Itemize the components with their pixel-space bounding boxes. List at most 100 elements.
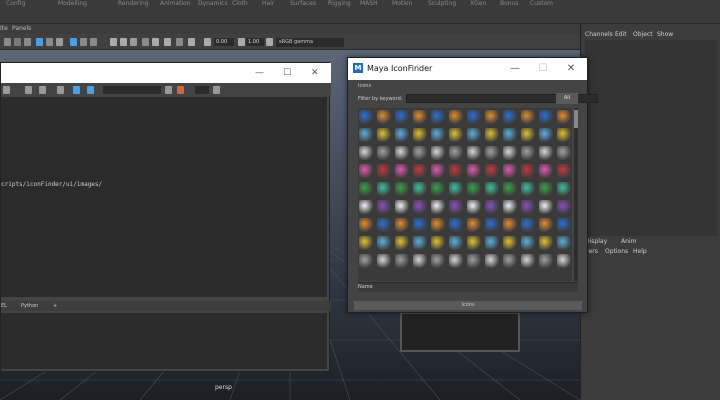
menu-item[interactable]: Cloth xyxy=(232,0,248,7)
icon-tile[interactable] xyxy=(359,254,373,268)
menu-item[interactable]: Motion xyxy=(392,0,412,7)
icon-tile[interactable] xyxy=(503,200,517,214)
icon-tile[interactable] xyxy=(485,164,499,178)
tool-icon[interactable] xyxy=(142,38,149,46)
close-icon[interactable]: ✕ xyxy=(562,61,580,77)
tool-icon[interactable] xyxy=(110,38,117,46)
icon-tile[interactable] xyxy=(431,164,445,178)
tab-anim[interactable]: Anim xyxy=(621,238,636,245)
icon-tile[interactable] xyxy=(521,254,535,268)
icon-tile[interactable] xyxy=(413,236,427,250)
menu-item[interactable]: Ite xyxy=(0,25,8,32)
icon-tile[interactable] xyxy=(521,164,535,178)
tool-icon[interactable] xyxy=(213,86,220,94)
icon-tile[interactable] xyxy=(557,146,571,160)
icon-tile[interactable] xyxy=(431,110,445,124)
tab-add[interactable]: + xyxy=(53,303,57,309)
menu-item[interactable]: Dynamics xyxy=(198,0,228,7)
icon-tile[interactable] xyxy=(359,200,373,214)
menu-options[interactable]: Options xyxy=(605,248,628,255)
menu-item[interactable]: Animation xyxy=(160,0,191,7)
icon-tile[interactable] xyxy=(377,110,391,124)
menu-item[interactable]: Custom xyxy=(530,0,553,7)
tool-icon[interactable] xyxy=(152,38,159,46)
icon-tile[interactable] xyxy=(395,200,409,214)
icon-tile[interactable] xyxy=(539,218,553,232)
icon-tile[interactable] xyxy=(377,128,391,142)
tool-icon[interactable] xyxy=(188,38,195,46)
icon-tile[interactable] xyxy=(359,182,373,196)
icon-tile[interactable] xyxy=(467,146,481,160)
icon-tile[interactable] xyxy=(431,218,445,232)
menu-show[interactable]: Show xyxy=(657,31,673,38)
icon-tile[interactable] xyxy=(449,146,463,160)
tool-icon[interactable] xyxy=(4,38,11,46)
icon-tile[interactable] xyxy=(521,110,535,124)
icon-tile[interactable] xyxy=(395,164,409,178)
icon-tile[interactable] xyxy=(539,200,553,214)
exposure-field[interactable]: 0.00 xyxy=(214,38,234,46)
tool-icon[interactable] xyxy=(39,86,46,94)
icon-tile[interactable] xyxy=(395,128,409,142)
menu-item[interactable]: Config xyxy=(6,0,25,7)
icon-tile[interactable] xyxy=(467,236,481,250)
tab-python[interactable]: Python xyxy=(21,303,38,309)
icon-tile[interactable] xyxy=(413,110,427,124)
icon-tile[interactable] xyxy=(503,146,517,160)
gamma-field[interactable]: 1.00 xyxy=(246,38,264,46)
icon-tile[interactable] xyxy=(539,128,553,142)
icon-tile[interactable] xyxy=(503,110,517,124)
icon-tile[interactable] xyxy=(485,128,499,142)
script-input-pane[interactable] xyxy=(1,313,327,369)
menu-edit[interactable]: Edit xyxy=(615,31,627,38)
execute-icon[interactable] xyxy=(87,86,94,94)
menu-item[interactable]: Rendering xyxy=(118,0,149,7)
icon-tile[interactable] xyxy=(377,146,391,160)
execute-all-icon[interactable] xyxy=(73,86,80,94)
icon-tile[interactable] xyxy=(521,128,535,142)
menu-item[interactable]: Modelling xyxy=(58,0,87,7)
icon-tile[interactable] xyxy=(467,110,481,124)
tool-icon[interactable] xyxy=(57,86,64,94)
minimize-icon[interactable]: — xyxy=(255,68,264,78)
icon-tile[interactable] xyxy=(431,254,445,268)
icon-tile[interactable] xyxy=(521,146,535,160)
maximize-icon[interactable]: ☐ xyxy=(283,68,291,78)
icon-tile[interactable] xyxy=(449,110,463,124)
icon-tile[interactable] xyxy=(395,182,409,196)
icon-tile[interactable] xyxy=(557,110,571,124)
icon-tile[interactable] xyxy=(431,146,445,160)
menu-item[interactable]: Hair xyxy=(262,0,274,7)
icon-tile[interactable] xyxy=(521,218,535,232)
tool-icon[interactable] xyxy=(25,86,32,94)
icon-tile[interactable] xyxy=(413,164,427,178)
icon-tile[interactable] xyxy=(377,200,391,214)
menu-object[interactable]: Object xyxy=(633,31,653,38)
icon-tile[interactable] xyxy=(395,254,409,268)
name-field[interactable] xyxy=(358,282,578,292)
script-history-pane[interactable]: cripts/iconFinder/ui/images/ xyxy=(1,97,327,297)
icon-tile[interactable] xyxy=(449,236,463,250)
tool-icon[interactable] xyxy=(24,38,31,46)
icon-tile[interactable] xyxy=(431,128,445,142)
iconfinder-titlebar[interactable]: M Maya IconFinder — ☐ ✕ xyxy=(348,58,587,80)
menu-item[interactable]: MASH xyxy=(360,0,378,7)
tool-icon[interactable] xyxy=(70,38,77,46)
icon-tile[interactable] xyxy=(377,164,391,178)
tab-display[interactable]: Display xyxy=(585,238,607,245)
view-transform-select[interactable]: sRGB gamma xyxy=(276,38,344,47)
icon-tile[interactable] xyxy=(539,110,553,124)
tool-icon[interactable] xyxy=(46,38,53,46)
tool-icon[interactable] xyxy=(120,38,127,46)
menu-channels[interactable]: Channels xyxy=(585,31,613,38)
icon-tile[interactable] xyxy=(557,236,571,250)
icon-tile[interactable] xyxy=(449,128,463,142)
icon-tile[interactable] xyxy=(485,218,499,232)
icon-tile[interactable] xyxy=(503,182,517,196)
icon-tile[interactable] xyxy=(359,128,373,142)
icon-tile[interactable] xyxy=(467,164,481,178)
icon-tile[interactable] xyxy=(395,146,409,160)
tool-icon[interactable] xyxy=(56,38,63,46)
icon-tile[interactable] xyxy=(377,254,391,268)
tool-icon[interactable] xyxy=(14,38,21,46)
